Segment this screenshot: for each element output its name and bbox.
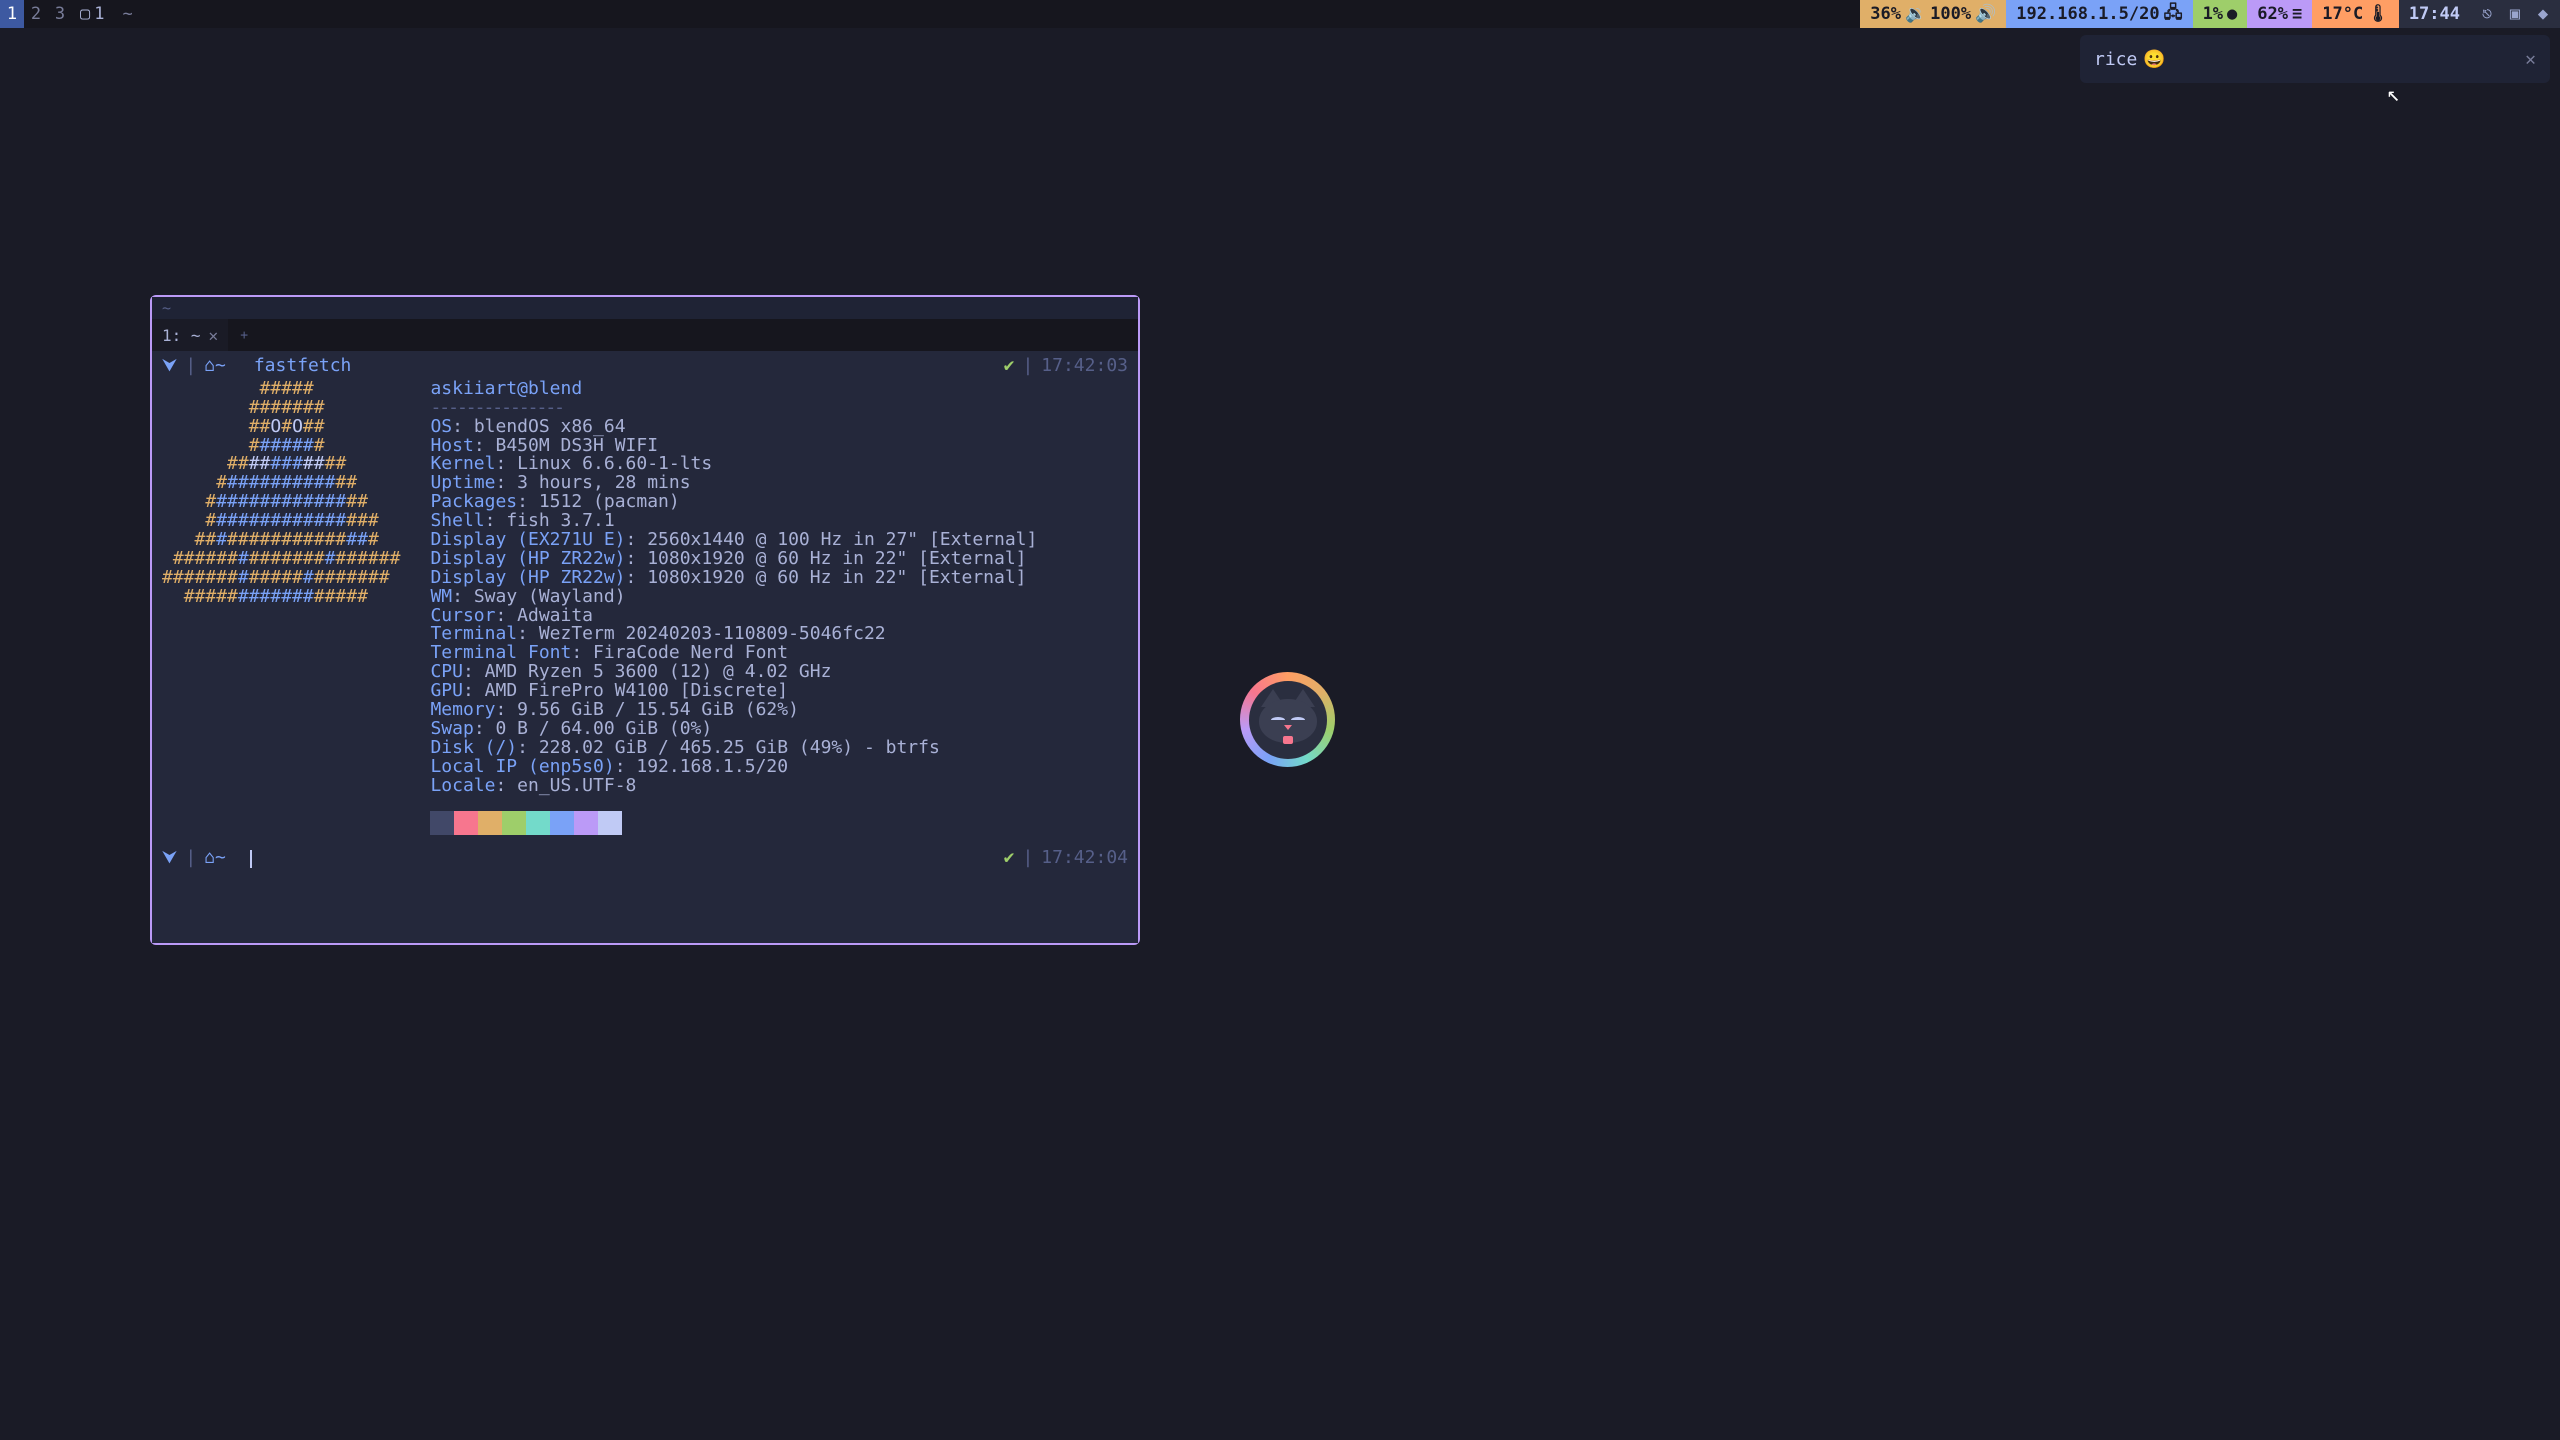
status-area: 36% 🔉 100% 🔊 192.168.1.5/20 🖧 1% ● 62% ≡… [1860, 0, 2560, 28]
scratchpad-count: 1 [94, 4, 104, 24]
cpu-widget[interactable]: 1% ● [2193, 0, 2248, 28]
temperature-widget[interactable]: 17°C 🌡 [2312, 0, 2399, 28]
color-swatch [454, 811, 478, 835]
color-swatch [430, 811, 454, 835]
timestamp: 17:42:04 [1041, 849, 1128, 868]
notification-popup[interactable]: rice 😀 ✕ [2080, 35, 2550, 83]
workspace-3[interactable]: 3 [48, 0, 72, 28]
prompt-line-2: ⮟ | ⌂~ ✔ | 17:42:04 [162, 849, 1128, 868]
volume-value-a: 36% [1870, 4, 1901, 24]
prompt-sep: | [1022, 849, 1033, 868]
command-text: fastfetch [254, 357, 352, 376]
home-icon: ⌂~ [204, 357, 226, 376]
color-swatch [478, 811, 502, 835]
music-widget[interactable]: ~ [113, 4, 143, 24]
volume-icon: 🔉 [1905, 4, 1926, 24]
color-swatch [550, 811, 574, 835]
terminal-tabbar: 1: ~ ✕ + [152, 319, 1138, 351]
color-swatches [430, 811, 1128, 835]
terminal-body[interactable]: ⮟ | ⌂~ fastfetch ✔ | 17:42:03 ##### ####… [152, 351, 1138, 943]
workspace-list: 1 2 3 [0, 0, 72, 28]
arch-icon: ⮟ [162, 849, 177, 868]
network-icon: 🖧 [2164, 0, 2183, 29]
network-ip: 192.168.1.5/20 [2016, 4, 2159, 24]
volume-widget[interactable]: 36% 🔉 100% 🔊 [1860, 0, 2006, 28]
tab-label: 1: ~ [162, 326, 201, 345]
memory-value: 62% [2257, 4, 2288, 24]
color-swatch [598, 811, 622, 835]
color-swatch [574, 811, 598, 835]
fastfetch-output: ##### ####### ##O#O## ####### ##########… [162, 380, 1128, 836]
system-info: askiiart@blend --------------- OS: blend… [430, 380, 1128, 836]
temperature-value: 17°C [2322, 4, 2363, 24]
info-row: Locale: en_US.UTF-8 [430, 777, 1128, 796]
memory-icon: ≡ [2292, 4, 2302, 24]
scratchpad-icon: ▢ [80, 4, 90, 24]
notification-close-button[interactable]: ✕ [2525, 49, 2536, 70]
catppuccin-logo [1240, 672, 1335, 767]
home-icon: ⌂~ [204, 849, 226, 868]
workspace-1[interactable]: 1 [0, 0, 24, 28]
notification-emoji-icon: 😀 [2143, 49, 2165, 70]
prompt-sep: | [185, 849, 196, 868]
terminal-tab-1[interactable]: 1: ~ ✕ [152, 319, 229, 351]
clock-widget[interactable]: 17:44 [2399, 0, 2470, 28]
temperature-icon: 🌡 [2367, 4, 2389, 24]
notification-title: rice [2094, 49, 2137, 70]
color-swatch [526, 811, 550, 835]
scratchpad-indicator[interactable]: ▢ 1 [72, 4, 113, 24]
new-tab-button[interactable]: + [229, 319, 259, 351]
volume-value-b: 100% [1930, 4, 1971, 24]
tray-icon-3[interactable]: ◆ [2534, 5, 2552, 23]
volume-icon-2: 🔊 [1975, 4, 1996, 24]
status-check-icon: ✔ [1004, 357, 1015, 376]
terminal-titlebar[interactable]: ~ [152, 297, 1138, 319]
prompt-sep: | [185, 357, 196, 376]
tray-icon-1[interactable]: ⎋ [2478, 5, 2496, 23]
system-tray: ⎋ ▣ ◆ [2470, 0, 2560, 28]
memory-widget[interactable]: 62% ≡ [2247, 0, 2312, 28]
user-host: askiiart@blend [430, 380, 1128, 399]
network-widget[interactable]: 192.168.1.5/20 🖧 [2006, 0, 2192, 28]
cpu-icon: ● [2227, 4, 2237, 24]
color-swatch [502, 811, 526, 835]
tab-close-button[interactable]: ✕ [209, 326, 219, 345]
mouse-cursor-icon: ↖ [2387, 82, 2400, 107]
prompt-line-1: ⮟ | ⌂~ fastfetch ✔ | 17:42:03 [162, 357, 1128, 376]
cpu-value: 1% [2203, 4, 2223, 24]
input-cursor [250, 850, 252, 868]
top-bar: 1 2 3 ▢ 1 ~ 36% 🔉 100% 🔊 192.168.1.5/20 … [0, 0, 2560, 28]
terminal-window[interactable]: ~ 1: ~ ✕ + ⮟ | ⌂~ fastfetch ✔ | 17:42:03… [150, 295, 1140, 945]
workspace-2[interactable]: 2 [24, 0, 48, 28]
tray-icon-2[interactable]: ▣ [2506, 5, 2524, 23]
ascii-logo: ##### ####### ##O#O## ####### ##########… [162, 380, 400, 836]
status-check-icon: ✔ [1004, 849, 1015, 868]
timestamp: 17:42:03 [1041, 357, 1128, 376]
prompt-sep: | [1022, 357, 1033, 376]
arch-icon: ⮟ [162, 357, 177, 376]
